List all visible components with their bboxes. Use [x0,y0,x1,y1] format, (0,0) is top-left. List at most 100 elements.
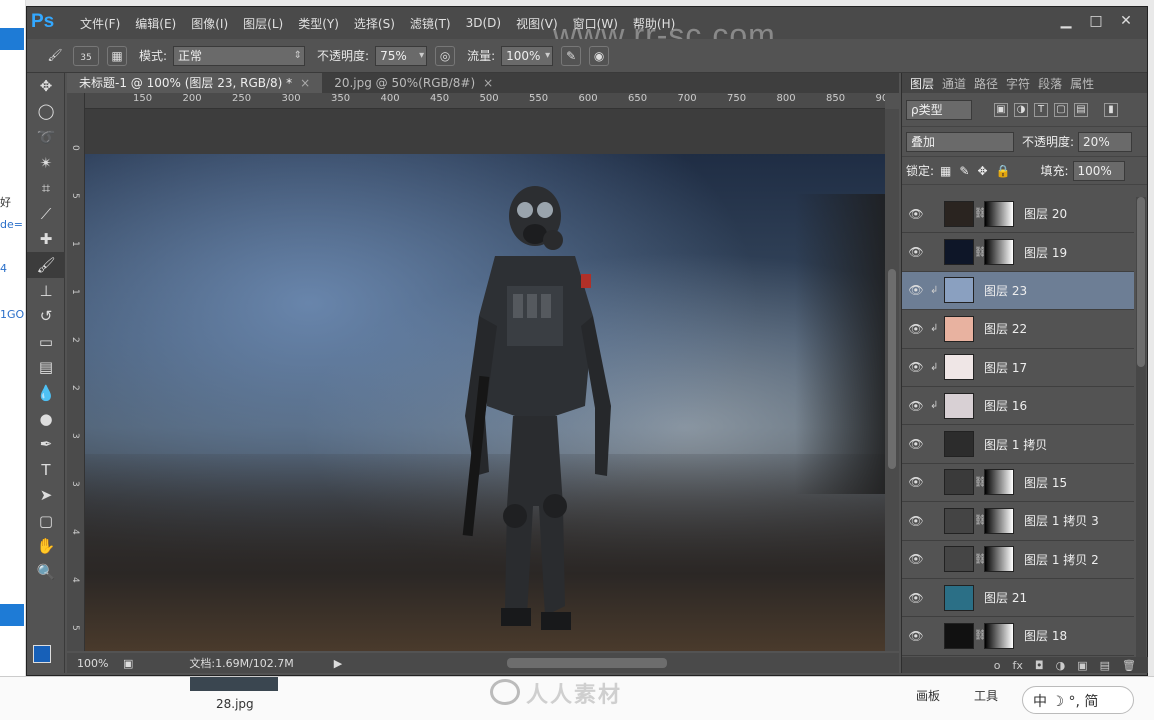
close-icon[interactable]: × [300,76,310,90]
shape-tool-icon[interactable]: ▢ [27,508,65,534]
zoom-tool-icon[interactable]: 🔍 [27,559,65,585]
visibility-eye-icon[interactable]: 👁 [902,207,930,221]
brush-tool-icon[interactable]: 🖌 [27,252,65,278]
layer-row[interactable]: 👁 图层 21 [902,578,1134,618]
canvas-area[interactable] [85,109,885,651]
mask-link-icon[interactable]: ⛓ [974,515,987,526]
airbrush-icon[interactable]: ✎ [561,45,582,66]
tab-paragraph[interactable]: 段落 [1038,75,1062,92]
trash-icon[interactable]: 🗑 [1122,659,1136,672]
desktop-link-fragment[interactable]: de= [0,218,23,231]
tab-properties[interactable]: 属性 [1070,75,1094,92]
lock-position-icon[interactable]: ✥ [977,164,987,178]
visibility-eye-icon[interactable]: 👁 [902,283,930,297]
magic-wand-tool-icon[interactable]: ✴ [27,150,65,176]
menu-edit[interactable]: 编辑(E) [135,15,176,32]
canvas-vertical-scrollbar[interactable] [885,109,899,651]
visibility-eye-icon[interactable]: 👁 [902,552,930,566]
close-icon[interactable]: ✕ [1111,11,1141,31]
marquee-tool-icon[interactable]: ◯ [27,99,65,125]
tab-channels[interactable]: 通道 [942,75,966,92]
desktop-tab-artboard[interactable]: 画板 [916,687,940,704]
layer-row[interactable]: 👁 ⛓ 图层 19 [902,233,1134,272]
pen-tool-icon[interactable]: ✒ [27,431,65,457]
new-group-icon[interactable]: ▣ [1077,659,1087,672]
status-menu-icon[interactable]: ▣ [123,657,133,670]
fx-icon[interactable]: fx [1013,659,1023,672]
desktop-link-fragment[interactable]: 4 [0,262,7,275]
layer-row[interactable]: 👁 ↲ 图层 17 [902,348,1134,387]
menu-view[interactable]: 视图(V) [516,15,558,32]
menu-3d[interactable]: 3D(D) [466,16,501,30]
menu-help[interactable]: 帮助(H) [633,15,675,32]
blend-mode-select[interactable]: 叠加 [906,131,1014,152]
layer-thumbnail[interactable] [944,392,974,419]
shape-filter-icon[interactable]: ▢ [1054,102,1068,117]
layer-mask-thumbnail[interactable] [984,469,1014,496]
status-arrow-icon[interactable]: ▶ [334,657,342,670]
clone-stamp-tool-icon[interactable]: ⊥ [27,278,65,304]
healing-brush-tool-icon[interactable]: ✚ [27,227,65,253]
flow-field[interactable]: 100% ▾ [501,45,554,66]
canvas-horizontal-scrollbar[interactable] [507,658,667,668]
layer-row[interactable]: 👁 ⛓ 图层 1 拷贝 3 [902,502,1134,541]
type-tool-icon[interactable]: T [27,457,65,483]
minimize-icon[interactable]: ▁ [1051,11,1081,31]
pressure-size-icon[interactable]: ◉ [589,45,610,66]
visibility-eye-icon[interactable]: 👁 [902,322,930,336]
blur-tool-icon[interactable]: 💧 [27,380,65,406]
move-tool-icon[interactable]: ✥ [27,73,65,99]
image-filter-icon[interactable]: ▣ [994,102,1008,117]
layer-mask-thumbnail[interactable] [984,239,1014,266]
visibility-eye-icon[interactable]: 👁 [902,475,930,489]
layer-thumbnail[interactable] [944,200,974,227]
visibility-eye-icon[interactable]: 👁 [902,399,930,413]
mask-link-icon[interactable]: ⛓ [974,477,987,488]
eraser-tool-icon[interactable]: ▭ [27,329,65,355]
tab-document-2[interactable]: 20.jpg @ 50%(RGB/8#) × [322,73,505,93]
layer-opacity-field[interactable]: 20% [1078,131,1133,152]
tab-layers[interactable]: 图层 [910,75,934,92]
layer-thumbnail[interactable] [944,622,974,649]
gradient-tool-icon[interactable]: ▤ [27,355,65,381]
layer-thumbnail[interactable] [944,239,974,266]
add-mask-icon[interactable]: ◘ [1035,659,1044,672]
layer-thumbnail[interactable] [944,315,974,342]
layer-mask-thumbnail[interactable] [984,200,1014,227]
visibility-eye-icon[interactable]: 👁 [902,360,930,374]
layer-thumbnail[interactable] [944,354,974,381]
layer-mask-thumbnail[interactable] [984,507,1014,534]
maximize-icon[interactable]: □ [1081,11,1111,31]
layer-row[interactable]: 👁 图层 1 拷贝 [902,425,1134,464]
layer-thumbnail[interactable] [944,431,974,458]
layer-row[interactable]: 👁 ⛓ 图层 20 [902,195,1134,234]
visibility-eye-icon[interactable]: 👁 [902,437,930,451]
tab-character[interactable]: 字符 [1006,75,1030,92]
brush-panel-toggle-icon[interactable]: ▦ [107,45,127,66]
visibility-eye-icon[interactable]: 👁 [902,245,930,259]
tab-paths[interactable]: 路径 [974,75,998,92]
brush-tool-icon[interactable]: 🖌 [45,46,65,66]
type-filter-icon[interactable]: T [1034,102,1048,117]
visibility-eye-icon[interactable]: 👁 [902,591,930,605]
layer-filter-select[interactable]: ρ类型 [906,99,972,120]
layer-list-scrollbar[interactable] [1136,197,1146,659]
mask-link-icon[interactable]: ⛓ [974,630,987,641]
opacity-field[interactable]: 75% ▾ [375,45,428,66]
history-brush-tool-icon[interactable]: ↺ [27,303,65,329]
desktop-file-thumbnail[interactable] [190,677,278,691]
desktop-tab-tools[interactable]: 工具 [974,687,998,704]
layer-row[interactable]: 👁 ⛓ 图层 15 [902,463,1134,503]
foreground-color-swatch[interactable] [33,645,51,663]
ime-indicator[interactable]: 中 ☽ °, 简 [1022,686,1134,714]
scrollbar-thumb[interactable] [1137,197,1145,367]
layer-row[interactable]: 👁 ⛓ 图层 1 拷贝 2 [902,540,1134,579]
layer-mask-thumbnail[interactable] [984,622,1014,649]
menu-window[interactable]: 窗口(W) [573,15,618,32]
lock-pixels-icon[interactable]: ▦ [940,164,951,178]
tab-document-1[interactable]: 未标题-1 @ 100% (图层 23, RGB/8) * × [67,73,323,93]
layer-thumbnail[interactable] [944,584,974,611]
layer-thumbnail[interactable] [944,277,974,304]
menu-filter[interactable]: 滤镜(T) [410,15,451,32]
fill-field[interactable]: 100% [1072,160,1125,181]
